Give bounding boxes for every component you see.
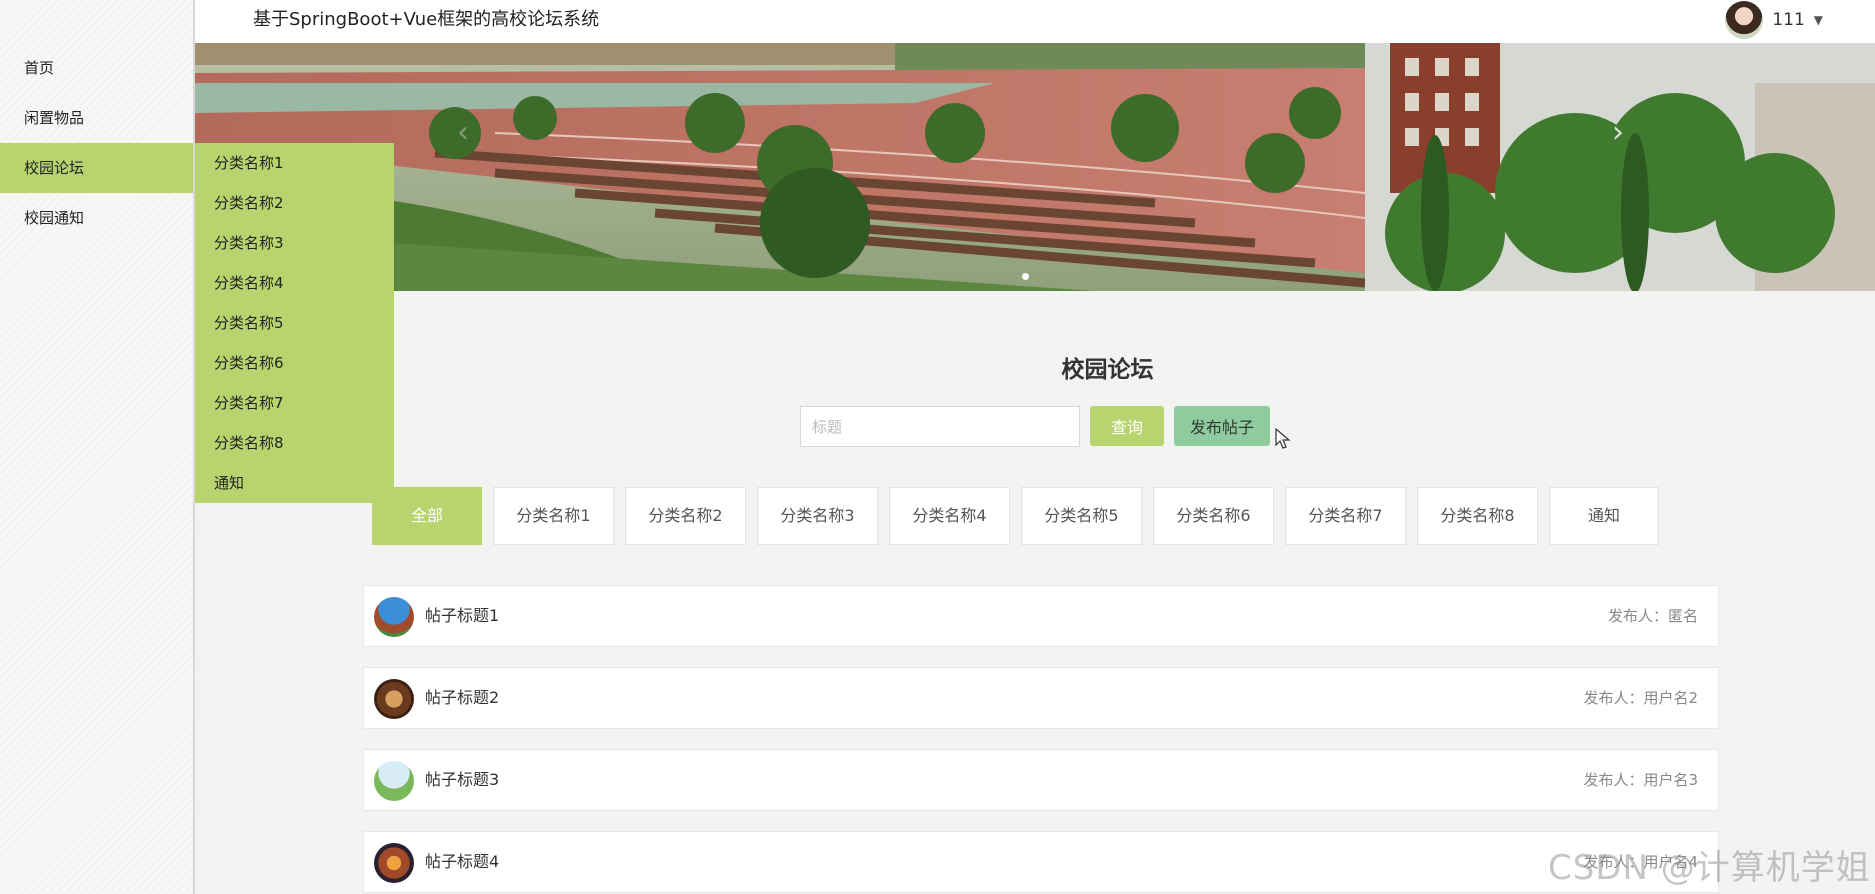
query-button[interactable]: 查询 (1090, 406, 1164, 446)
dropdown-item-category-5[interactable]: 分类名称5 (195, 303, 394, 343)
sidebar-item-forum[interactable]: 校园论坛 (0, 143, 193, 193)
dropdown-item-category-1[interactable]: 分类名称1 (195, 143, 394, 183)
tab-category-3[interactable]: 分类名称3 (757, 487, 878, 545)
banner-carousel: ‹ › (195, 43, 1875, 291)
username[interactable]: 111 (1772, 10, 1804, 30)
dropdown-item-notice[interactable]: 通知 (195, 463, 394, 503)
post-thumbnail (374, 843, 414, 883)
category-tabs: 全部 分类名称1 分类名称2 分类名称3 分类名称4 分类名称5 分类名称6 分… (372, 487, 1659, 545)
sidebar: 首页 闲置物品 校园论坛 校园通知 (0, 0, 195, 894)
tab-category-1[interactable]: 分类名称1 (493, 487, 614, 545)
list-item[interactable]: 帖子标题2 发布人：用户名2 (363, 667, 1719, 729)
search-input[interactable] (800, 406, 1080, 447)
tab-category-7[interactable]: 分类名称7 (1285, 487, 1406, 545)
tab-category-6[interactable]: 分类名称6 (1153, 487, 1274, 545)
site-title: 基于SpringBoot+Vue框架的高校论坛系统 (253, 9, 600, 30)
tab-category-8[interactable]: 分类名称8 (1417, 487, 1538, 545)
post-author: 发布人：用户名2 (1583, 689, 1698, 707)
sidebar-item-home[interactable]: 首页 (0, 43, 193, 93)
chevron-down-icon[interactable]: ▼ (1814, 13, 1823, 27)
tab-category-4[interactable]: 分类名称4 (889, 487, 1010, 545)
carousel-prev-icon[interactable]: ‹ (457, 115, 469, 150)
tab-category-2[interactable]: 分类名称2 (625, 487, 746, 545)
post-thumbnail (374, 679, 414, 719)
header: 基于SpringBoot+Vue框架的高校论坛系统 111 ▼ (195, 0, 1875, 43)
page-title: 校园论坛 (1061, 357, 1154, 383)
forum-category-dropdown: 分类名称1 分类名称2 分类名称3 分类名称4 分类名称5 分类名称6 分类名称… (195, 143, 394, 503)
carousel-next-icon[interactable]: › (1612, 115, 1624, 150)
dropdown-item-category-2[interactable]: 分类名称2 (195, 183, 394, 223)
post-thumbnail (374, 761, 414, 801)
post-list: 帖子标题1 发布人：匿名 帖子标题2 发布人：用户名2 帖子标题3 发布人：用户… (363, 585, 1719, 894)
list-item[interactable]: 帖子标题4 发布人：用户名4 (363, 831, 1719, 893)
dropdown-item-category-7[interactable]: 分类名称7 (195, 383, 394, 423)
post-title[interactable]: 帖子标题4 (425, 832, 499, 892)
post-thumbnail (374, 597, 414, 637)
carousel-dot[interactable] (1022, 273, 1029, 280)
list-item[interactable]: 帖子标题3 发布人：用户名3 (363, 749, 1719, 811)
tab-notice[interactable]: 通知 (1549, 487, 1659, 545)
sidebar-item-idle-goods[interactable]: 闲置物品 (0, 93, 193, 143)
watermark: CSDN @计算机学姐 (1548, 848, 1871, 888)
dropdown-item-category-4[interactable]: 分类名称4 (195, 263, 394, 303)
dropdown-item-category-6[interactable]: 分类名称6 (195, 343, 394, 383)
post-title[interactable]: 帖子标题3 (425, 750, 499, 810)
banner-image (195, 43, 1875, 291)
mouse-cursor-icon (1275, 428, 1291, 449)
dropdown-item-category-8[interactable]: 分类名称8 (195, 423, 394, 463)
post-title[interactable]: 帖子标题2 (425, 668, 499, 728)
dropdown-item-category-3[interactable]: 分类名称3 (195, 223, 394, 263)
post-title[interactable]: 帖子标题1 (425, 586, 499, 646)
post-author: 发布人：匿名 (1607, 607, 1698, 625)
publish-post-button[interactable]: 发布帖子 (1174, 406, 1270, 446)
user-menu[interactable]: 111 ▼ (1725, 0, 1823, 40)
sidebar-item-notice[interactable]: 校园通知 (0, 193, 193, 243)
list-item[interactable]: 帖子标题1 发布人：匿名 (363, 585, 1719, 647)
post-author: 发布人：用户名3 (1583, 771, 1698, 789)
avatar[interactable] (1725, 1, 1764, 39)
tab-category-5[interactable]: 分类名称5 (1021, 487, 1142, 545)
